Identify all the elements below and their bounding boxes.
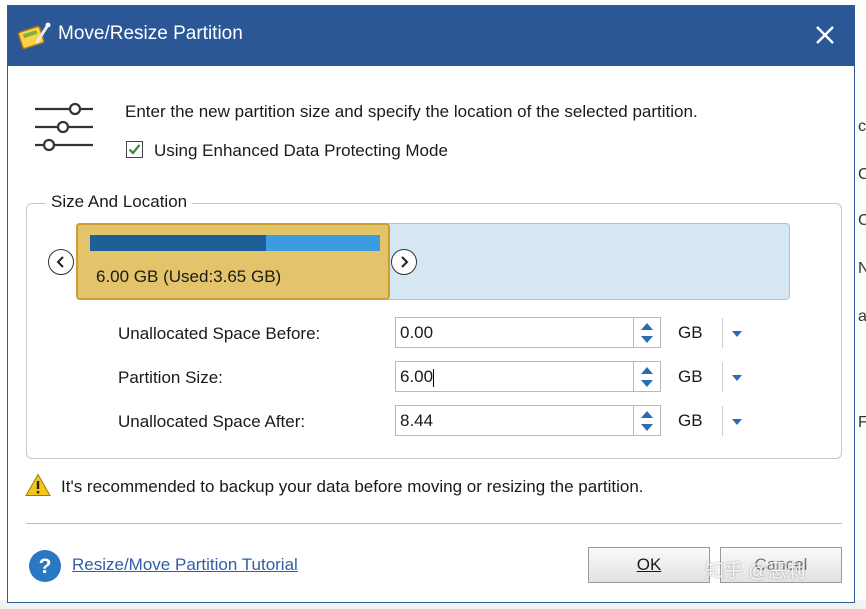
unit-divider bbox=[722, 406, 723, 436]
partition-size-unit: GB bbox=[678, 367, 703, 386]
partition-size-input[interactable]: 6.00 bbox=[395, 361, 634, 392]
unit-dropdown-icon[interactable] bbox=[730, 373, 744, 383]
text-caret bbox=[433, 368, 435, 387]
size-location-label: Size And Location bbox=[46, 192, 193, 212]
unallocated-before-input[interactable]: 0.00 bbox=[395, 317, 634, 348]
title-bar[interactable]: Move/Resize Partition bbox=[8, 6, 854, 66]
background-app-edge bbox=[855, 0, 866, 609]
spin-up-icon[interactable] bbox=[639, 364, 655, 376]
spin-up-icon[interactable] bbox=[639, 408, 655, 420]
background-app-text: C bbox=[858, 212, 866, 229]
intro-instruction: Enter the new partition size and specify… bbox=[125, 102, 698, 121]
partition-size-field-label: Partition Size: bbox=[118, 368, 223, 387]
unit-dropdown-icon[interactable] bbox=[730, 417, 744, 427]
move-left-handle[interactable] bbox=[48, 249, 74, 275]
help-icon[interactable]: ? bbox=[28, 549, 62, 583]
unit-dropdown-icon[interactable] bbox=[730, 329, 744, 339]
watermark-text: 知乎 @恶刺 bbox=[705, 561, 806, 582]
ok-button[interactable]: OK bbox=[588, 547, 710, 583]
usage-bar-used bbox=[90, 235, 267, 251]
unallocated-before-unit: GB bbox=[678, 323, 703, 342]
unallocated-after-label: Unallocated Space After: bbox=[118, 412, 306, 431]
spin-down-icon[interactable] bbox=[639, 422, 655, 434]
unit-divider bbox=[722, 362, 723, 392]
footer-divider bbox=[26, 523, 842, 524]
move-right-handle[interactable] bbox=[391, 249, 417, 275]
close-button[interactable] bbox=[798, 6, 854, 66]
unallocated-before-spinner[interactable] bbox=[634, 317, 661, 348]
background-app-text: c bbox=[858, 118, 866, 135]
enhanced-protection-checkbox[interactable] bbox=[126, 141, 143, 158]
background-app-text: a bbox=[858, 308, 866, 325]
background-app-text: F bbox=[858, 414, 866, 431]
chevron-left-icon bbox=[56, 256, 64, 268]
partition-block[interactable]: 6.00 GB (Used:3.65 GB) bbox=[76, 223, 390, 300]
close-icon bbox=[816, 26, 834, 44]
background-app-text: C bbox=[858, 166, 866, 183]
background-app-text: N bbox=[858, 260, 866, 277]
tutorial-link[interactable]: Resize/Move Partition Tutorial bbox=[72, 555, 298, 575]
usage-bar bbox=[90, 235, 380, 251]
spin-down-icon[interactable] bbox=[639, 378, 655, 390]
unallocated-after-unit: GB bbox=[678, 411, 703, 430]
enhanced-protection-label[interactable]: Using Enhanced Data Protecting Mode bbox=[154, 141, 448, 161]
partition-size-value: 6.00 bbox=[400, 367, 434, 386]
ok-button-label: OK bbox=[636, 555, 662, 574]
move-resize-dialog: Move/Resize Partition Enter the new part… bbox=[7, 5, 855, 603]
spin-down-icon[interactable] bbox=[639, 334, 655, 346]
unallocated-after-input[interactable]: 8.44 bbox=[395, 405, 634, 436]
partition-size-spinner[interactable] bbox=[634, 361, 661, 392]
unit-divider bbox=[722, 318, 723, 348]
spin-up-icon[interactable] bbox=[639, 320, 655, 332]
chevron-right-icon bbox=[401, 256, 409, 268]
unallocated-before-label: Unallocated Space Before: bbox=[118, 324, 321, 343]
warning-icon bbox=[25, 473, 51, 496]
sliders-icon bbox=[35, 102, 93, 152]
partition-wizard-app-icon bbox=[17, 22, 51, 50]
window-title: Move/Resize Partition bbox=[58, 23, 243, 44]
checkmark-icon bbox=[128, 144, 141, 155]
svg-text:?: ? bbox=[39, 555, 52, 578]
backup-warning-text: It's recommended to backup your data bef… bbox=[61, 477, 644, 496]
unallocated-after-spinner[interactable] bbox=[634, 405, 661, 436]
partition-size-label: 6.00 GB (Used:3.65 GB) bbox=[96, 267, 282, 286]
